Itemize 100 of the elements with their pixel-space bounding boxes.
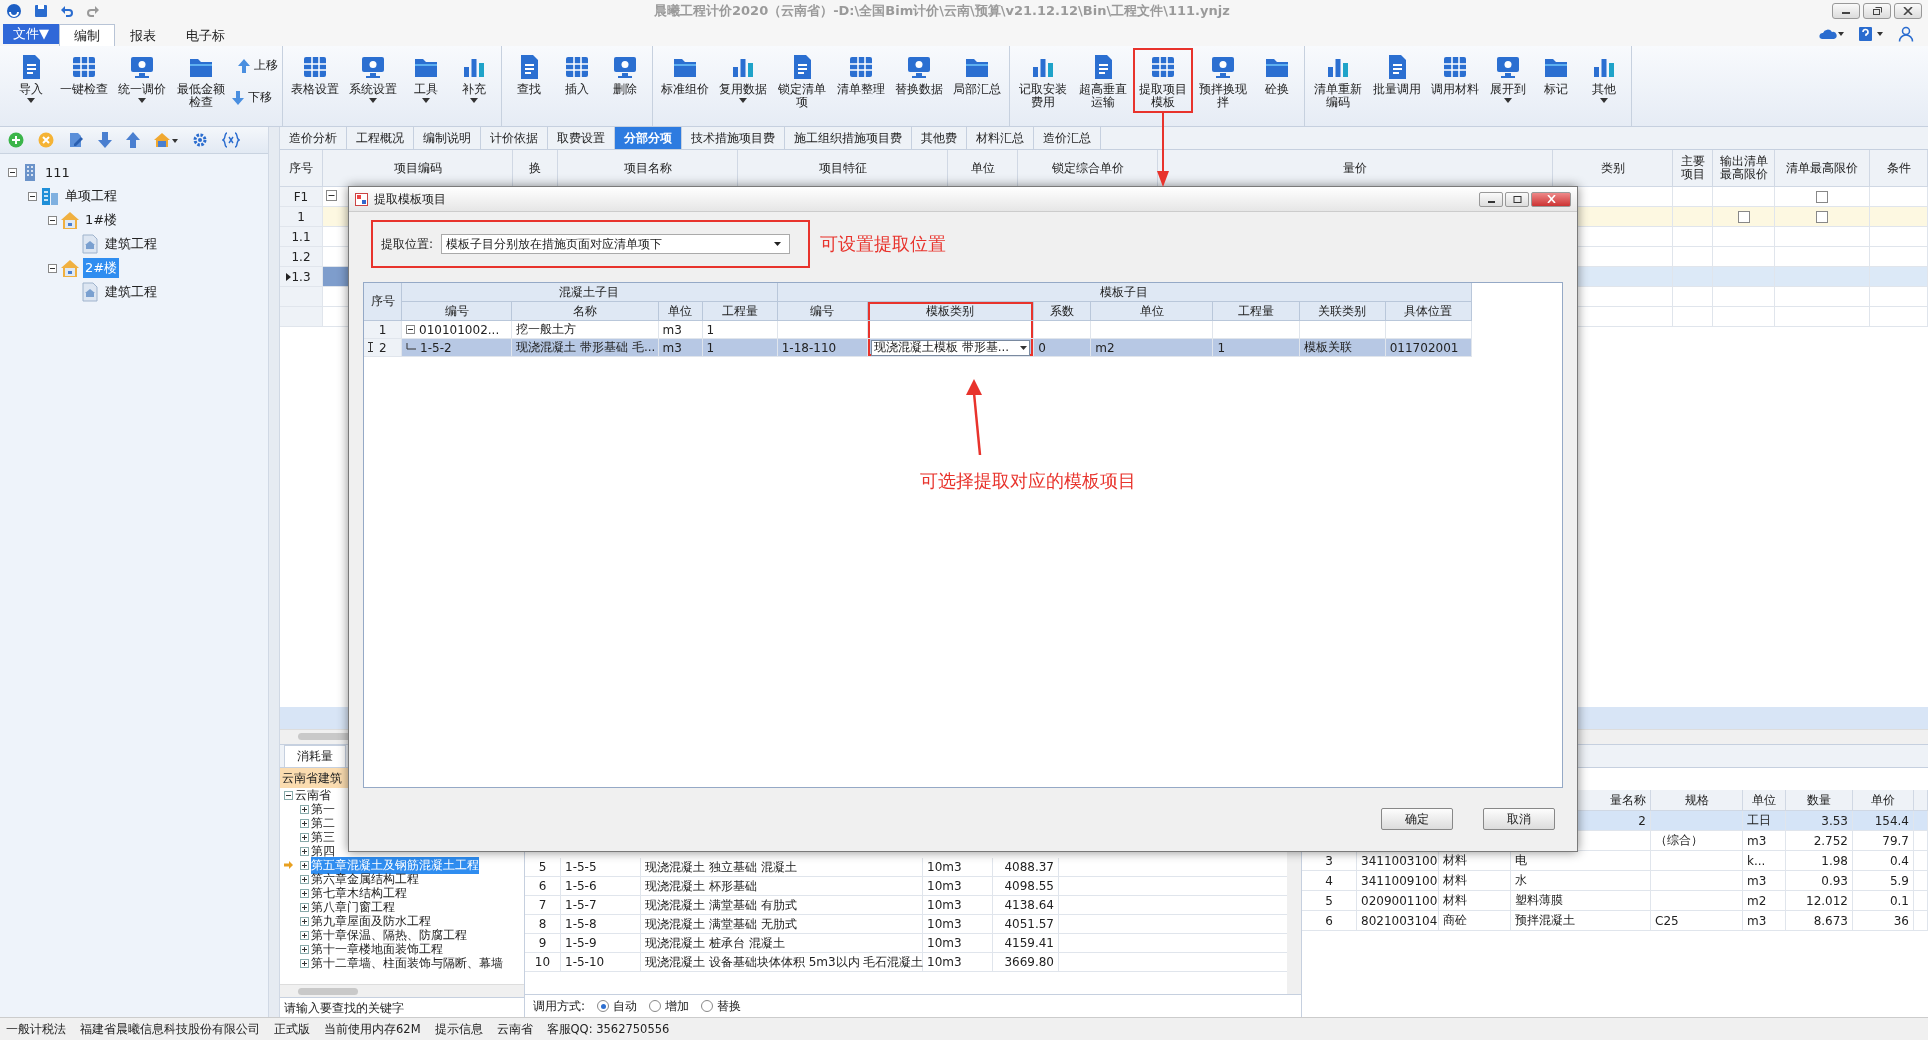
ribbon-button[interactable]: 清单整理 <box>832 48 890 100</box>
dialog-button[interactable]: 确定 <box>1381 808 1453 830</box>
expand-icon[interactable] <box>300 804 309 814</box>
help-icon[interactable] <box>1858 26 1884 42</box>
ribbon-button[interactable]: 其他 <box>1580 48 1628 107</box>
tab[interactable]: 造价分析 <box>280 127 347 149</box>
undo-icon[interactable] <box>60 4 74 18</box>
checkbox[interactable] <box>1816 191 1828 203</box>
ribbon-button[interactable]: 局部汇总 <box>948 48 1006 100</box>
add-icon[interactable] <box>8 132 24 148</box>
menu-tab[interactable]: 电子标 <box>171 24 240 46</box>
expand-icon[interactable] <box>300 860 309 870</box>
ribbon-button[interactable]: 表格设置 <box>286 48 344 100</box>
ribbon-button[interactable]: 预拌换现拌 <box>1193 48 1253 113</box>
expand-icon[interactable] <box>300 958 309 968</box>
ribbon-button[interactable]: 导入 <box>7 48 55 107</box>
collapse-icon[interactable] <box>48 215 57 225</box>
ribbon-button[interactable]: 锁定清单项 <box>772 48 832 113</box>
tab[interactable]: 消耗量 <box>284 745 346 767</box>
ribbon-button[interactable]: 工具 <box>402 48 450 107</box>
ribbon-button[interactable]: 标准组价 <box>656 48 714 100</box>
expand-icon[interactable] <box>300 902 309 912</box>
search-field[interactable]: 请输入要查找的关键字 <box>280 997 524 1017</box>
arrow-up-icon[interactable] <box>126 132 140 148</box>
tree-item[interactable]: 单项工程 <box>63 186 119 206</box>
radio-button[interactable]: 自动 <box>597 997 638 1015</box>
ribbon-button[interactable]: 批量调用 <box>1368 48 1426 100</box>
expand-icon[interactable] <box>300 832 309 842</box>
tree-item[interactable]: 111 <box>43 163 72 181</box>
expand-icon[interactable] <box>300 874 309 884</box>
tab[interactable]: 计价依据 <box>481 127 548 149</box>
expand-icon[interactable] <box>300 888 309 898</box>
ribbon-button[interactable]: 提取项目模板 <box>1133 48 1193 113</box>
ribbon-button[interactable]: 上移 <box>231 52 285 79</box>
expand-icon[interactable] <box>300 930 309 940</box>
ribbon-button[interactable]: 查找 <box>505 48 553 100</box>
gear-icon[interactable] <box>192 132 208 148</box>
tree-item[interactable]: 1#楼 <box>83 210 120 230</box>
tab[interactable]: 材料汇总 <box>967 127 1034 149</box>
expand-icon[interactable] <box>300 916 309 926</box>
formula-icon[interactable] <box>222 132 240 148</box>
redo-icon[interactable] <box>86 4 100 18</box>
cloud-icon[interactable] <box>1818 27 1844 41</box>
collapse-icon[interactable] <box>284 790 293 800</box>
ribbon-button[interactable]: 删除 <box>601 48 649 100</box>
maximize-button[interactable] <box>1505 191 1529 207</box>
tab[interactable]: 其他费 <box>912 127 967 149</box>
ribbon-button[interactable]: 超高垂直运输 <box>1073 48 1133 113</box>
expand-icon[interactable] <box>300 846 309 856</box>
tab[interactable]: 工程概况 <box>347 127 414 149</box>
house-icon[interactable] <box>154 132 178 148</box>
radio-button[interactable]: 增加 <box>649 997 690 1015</box>
collapse-icon[interactable] <box>326 189 337 201</box>
close-button[interactable] <box>1531 191 1571 207</box>
ribbon-button[interactable]: 统一调价 <box>113 48 171 107</box>
ribbon-button[interactable]: 插入 <box>553 48 601 100</box>
collapse-icon[interactable] <box>48 263 57 273</box>
tab[interactable]: 分部分项 <box>615 127 682 149</box>
ribbon-button[interactable]: 系统设置 <box>344 48 402 107</box>
collapse-icon[interactable] <box>28 191 37 201</box>
ribbon-button[interactable]: 调用材料 <box>1426 48 1484 100</box>
ribbon-button[interactable]: 清单重新编码 <box>1308 48 1368 113</box>
save-icon[interactable] <box>34 4 48 18</box>
ribbon-button[interactable]: 记取安装费用 <box>1013 48 1073 113</box>
tab[interactable]: 造价汇总 <box>1034 127 1101 149</box>
collapse-icon[interactable] <box>406 325 416 334</box>
close-icon <box>1546 195 1556 203</box>
tab[interactable]: 技术措施项目费 <box>682 127 785 149</box>
file-menu-button[interactable]: 文件▼ <box>3 24 59 44</box>
horizontal-scrollbar[interactable] <box>280 984 524 997</box>
tree-item[interactable]: 建筑工程 <box>103 234 159 254</box>
minimize-button[interactable] <box>1832 3 1860 19</box>
expand-icon[interactable] <box>300 818 309 828</box>
tab[interactable]: 施工组织措施项目费 <box>785 127 912 149</box>
expand-icon[interactable] <box>300 944 309 954</box>
arrow-down-icon[interactable] <box>98 132 112 148</box>
tree-item[interactable]: 建筑工程 <box>103 282 159 302</box>
user-icon[interactable] <box>1898 26 1914 42</box>
menu-tab[interactable]: 报表 <box>115 24 171 46</box>
checkbox[interactable] <box>1737 211 1750 223</box>
checkbox[interactable] <box>1816 211 1828 223</box>
ribbon-button[interactable]: 展开到 <box>1484 48 1532 107</box>
category-dropdown[interactable]: 现浇混凝土模板 带形基... <box>870 339 1031 356</box>
ribbon-button[interactable]: 替换数据 <box>890 48 948 100</box>
table-cell: m3 <box>1743 911 1786 931</box>
restore-button[interactable] <box>1863 3 1891 19</box>
collapse-icon[interactable] <box>8 167 17 177</box>
radio-button[interactable]: 替换 <box>701 997 742 1015</box>
ribbon-button[interactable]: 一键检查 <box>55 48 113 100</box>
close-button[interactable] <box>1894 3 1922 19</box>
edit-icon[interactable] <box>68 132 84 148</box>
tab[interactable]: 编制说明 <box>414 127 481 149</box>
dialog-button[interactable]: 取消 <box>1483 808 1555 830</box>
menu-tab[interactable]: 编制 <box>59 24 115 46</box>
minimize-button[interactable] <box>1479 191 1503 207</box>
ribbon-button[interactable]: 标记 <box>1532 48 1580 100</box>
ribbon-button[interactable]: 砼换 <box>1253 48 1301 100</box>
ribbon-button[interactable]: 复用数据 <box>714 48 772 107</box>
location-dropdown[interactable]: 模板子目分别放在措施页面对应清单项下 <box>441 234 791 254</box>
ribbon-button[interactable]: 补充 <box>450 48 498 107</box>
